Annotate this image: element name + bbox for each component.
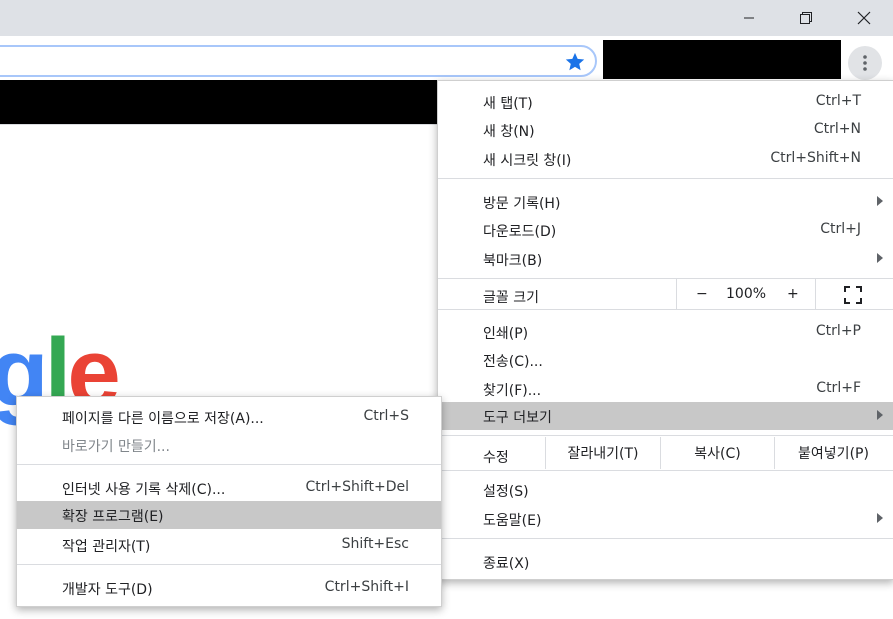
close-button[interactable] xyxy=(836,0,892,36)
more-tools-submenu: 페이지를 다른 이름으로 저장(A)... Ctrl+S 바로가기 만들기...… xyxy=(16,396,442,607)
menu-item-exit[interactable]: 종료(X) xyxy=(438,548,893,576)
menu-item-label: 찾기(F)... xyxy=(483,383,542,399)
menu-item-label: 방문 기록(H) xyxy=(483,196,561,212)
menu-item-developer-tools[interactable]: 개발자 도구(D) Ctrl+Shift+I xyxy=(17,574,441,602)
copy-label: 복사(C) xyxy=(694,446,741,462)
copy-button[interactable]: 복사(C) xyxy=(661,437,774,469)
close-icon xyxy=(857,11,871,25)
menu-item-label: 페이지를 다른 이름으로 저장(A)... xyxy=(62,411,264,427)
menu-item-label: 새 탭(T) xyxy=(483,96,533,112)
menu-item-label: 설정(S) xyxy=(483,484,529,500)
redacted-area xyxy=(0,80,440,124)
divider xyxy=(815,279,816,309)
menu-item-extensions[interactable]: 확장 프로그램(E) xyxy=(17,501,441,529)
menu-item-more-tools[interactable]: 도구 더보기 xyxy=(438,402,893,430)
menu-separator xyxy=(438,538,893,539)
menu-item-print[interactable]: 인쇄(P) Ctrl+P xyxy=(438,318,893,346)
menu-item-new-tab[interactable]: 새 탭(T) Ctrl+T xyxy=(438,88,893,116)
divider xyxy=(676,279,677,309)
menu-item-label: 다운로드(D) xyxy=(483,224,557,240)
menu-item-create-shortcut[interactable]: 바로가기 만들기... xyxy=(17,431,441,459)
menu-item-bookmarks[interactable]: 북마크(B) xyxy=(438,245,893,273)
menu-item-shortcut: Shift+Esc xyxy=(341,536,409,552)
menu-item-label: 전송(C)... xyxy=(483,354,543,370)
menu-separator xyxy=(438,309,893,310)
restore-icon xyxy=(800,12,812,24)
menu-item-shortcut: Ctrl+T xyxy=(815,93,861,109)
menu-item-label: 개발자 도구(D) xyxy=(62,582,153,598)
menu-item-label: 인터넷 사용 기록 삭제(C)... xyxy=(62,482,226,498)
menu-item-shortcut: Ctrl+J xyxy=(820,221,861,237)
menu-item-save-page[interactable]: 페이지를 다른 이름으로 저장(A)... Ctrl+S xyxy=(17,403,441,431)
menu-item-new-window[interactable]: 새 창(N) Ctrl+N xyxy=(438,116,893,144)
menu-item-label: 새 창(N) xyxy=(483,124,535,140)
menu-item-label: 도구 더보기 xyxy=(483,410,552,426)
menu-separator xyxy=(438,470,893,471)
menu-item-label: 작업 관리자(T) xyxy=(62,539,151,555)
menu-item-label: 바로가기 만들기... xyxy=(62,439,170,455)
minimize-button[interactable] xyxy=(721,0,777,36)
menu-item-label: 확장 프로그램(E) xyxy=(62,509,164,525)
menu-item-new-incognito[interactable]: 새 시크릿 창(I) Ctrl+Shift+N xyxy=(438,145,893,173)
menu-item-shortcut: Ctrl+F xyxy=(816,380,861,396)
menu-separator xyxy=(438,278,893,279)
menu-item-shortcut: Ctrl+Shift+I xyxy=(324,579,409,595)
menu-item-downloads[interactable]: 다운로드(D) Ctrl+J xyxy=(438,216,893,244)
menu-item-clear-browsing-data[interactable]: 인터넷 사용 기록 삭제(C)... Ctrl+Shift+Del xyxy=(17,474,441,502)
zoom-out-button[interactable]: − xyxy=(696,286,708,302)
menu-item-shortcut: Ctrl+S xyxy=(363,408,409,424)
menu-item-task-manager[interactable]: 작업 관리자(T) Shift+Esc xyxy=(17,531,441,559)
more-vert-icon xyxy=(863,55,867,71)
menu-separator xyxy=(438,178,893,179)
submenu-arrow-icon xyxy=(877,410,883,420)
menu-item-shortcut: Ctrl+P xyxy=(815,323,861,339)
submenu-arrow-icon xyxy=(877,253,883,263)
cut-label: 잘라내기(T) xyxy=(567,446,639,462)
fullscreen-icon[interactable] xyxy=(843,285,863,305)
zoom-in-button[interactable]: + xyxy=(787,286,799,302)
menu-item-settings[interactable]: 설정(S) xyxy=(438,476,893,504)
redacted-area xyxy=(603,40,841,79)
menu-item-help[interactable]: 도움말(E) xyxy=(438,505,893,533)
paste-button[interactable]: 붙여넣기(P) xyxy=(775,437,892,469)
menu-item-cast[interactable]: 전송(C)... xyxy=(438,346,893,374)
zoom-level: 100% xyxy=(726,286,767,302)
address-bar[interactable] xyxy=(0,45,597,77)
edit-label: 수정 xyxy=(483,450,509,466)
chrome-main-menu: 새 탭(T) Ctrl+T 새 창(N) Ctrl+N 새 시크릿 창(I) C… xyxy=(437,80,893,580)
menu-item-label: 새 시크릿 창(I) xyxy=(483,153,572,169)
menu-separator xyxy=(438,435,893,436)
menu-separator xyxy=(17,464,441,465)
menu-item-label: 종료(X) xyxy=(483,556,530,572)
restore-button[interactable] xyxy=(778,0,834,36)
zoom-label: 글꼴 크기 xyxy=(483,290,539,306)
menu-separator xyxy=(17,564,441,565)
bookmark-star-icon[interactable] xyxy=(564,51,586,73)
menu-item-find[interactable]: 찾기(F)... Ctrl+F xyxy=(438,375,893,403)
menu-item-label: 인쇄(P) xyxy=(483,326,529,342)
minimize-icon xyxy=(744,17,754,19)
menu-item-shortcut: Ctrl+N xyxy=(813,121,861,137)
submenu-arrow-icon xyxy=(877,196,883,206)
menu-item-label: 북마크(B) xyxy=(483,253,543,269)
cut-button[interactable]: 잘라내기(T) xyxy=(546,437,660,469)
menu-item-shortcut: Ctrl+Shift+Del xyxy=(305,479,409,495)
menu-item-label: 도움말(E) xyxy=(483,513,542,529)
menu-button[interactable] xyxy=(848,46,882,80)
menu-item-history[interactable]: 방문 기록(H) xyxy=(438,188,893,216)
paste-label: 붙여넣기(P) xyxy=(798,446,869,462)
submenu-arrow-icon xyxy=(877,513,883,523)
divider xyxy=(0,124,440,125)
menu-item-shortcut: Ctrl+Shift+N xyxy=(770,150,861,166)
